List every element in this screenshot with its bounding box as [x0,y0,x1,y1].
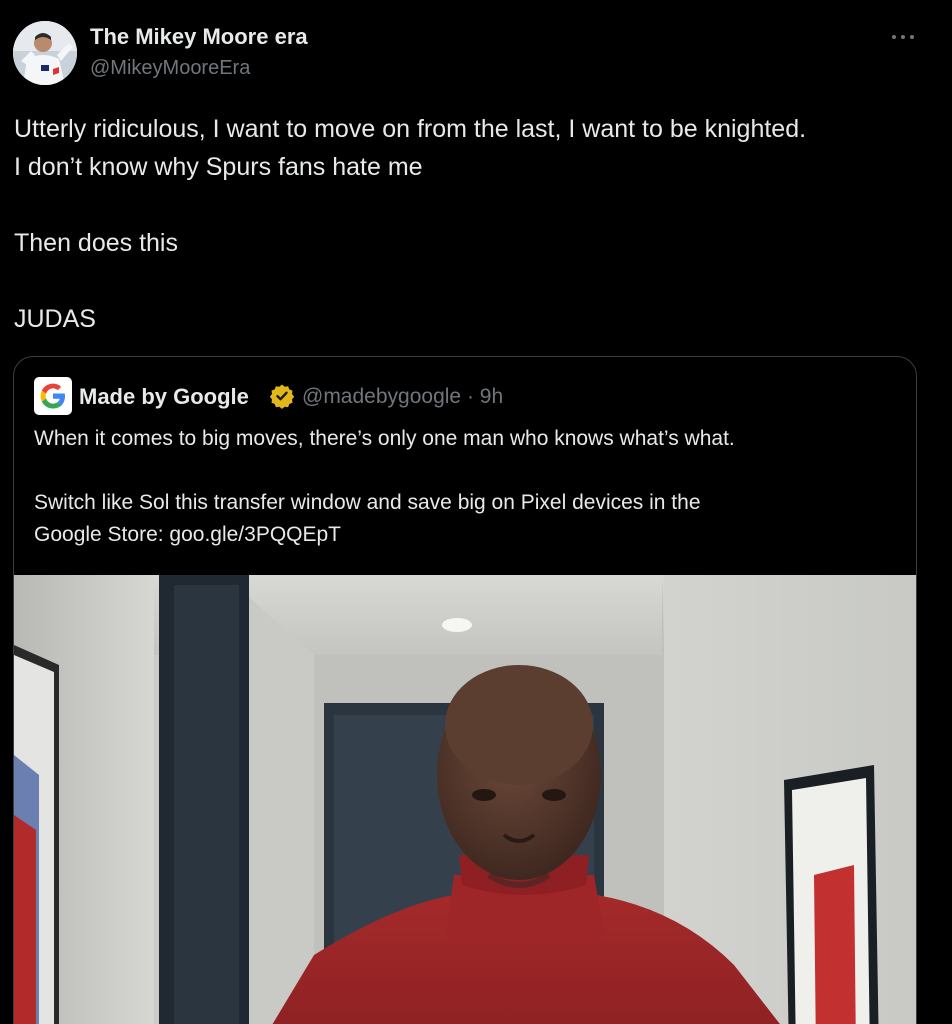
quoted-tweet-text: When it comes to big moves, there’s only… [34,423,894,551]
quoted-tweet-time[interactable]: 9h [480,385,503,408]
quoted-author-handle[interactable]: @madebygoogle [302,385,461,408]
avatar-photo-icon [13,21,77,85]
tweet-text-line: I don’t know why Spurs fans hate me [14,153,423,181]
author-avatar[interactable] [13,21,77,85]
quoted-text-line: Google Store: goo.gle/3PQQEpT [34,523,342,546]
quoted-text-line: When it comes to big moves, there’s only… [34,427,735,450]
quoted-tweet-card[interactable]: Made by Google @madebygoogle · 9h When i… [13,356,917,1024]
author-handle[interactable]: @MikeyMooreEra [90,57,250,80]
tweet: The Mikey Moore era @MikeyMooreEra Utter… [0,0,952,1024]
google-g-logo-icon[interactable] [34,377,72,415]
video-thumbnail[interactable] [14,575,916,1024]
quoted-tweet-meta: @madebygoogle · 9h [302,385,503,409]
quoted-text-line: Switch like Sol this transfer window and… [34,491,701,514]
tweet-text-line: Utterly ridiculous, I want to move on fr… [14,115,807,143]
tweet-text: Utterly ridiculous, I want to move on fr… [14,110,934,338]
tweet-text-line: Then does this [14,229,178,257]
author-name[interactable]: The Mikey Moore era [90,24,308,50]
gold-verified-badge-icon [269,383,295,409]
video-frame-image [14,575,916,1024]
meta-separator: · [466,385,474,408]
more-horizontal-icon[interactable] [884,22,922,52]
tweet-text-line: JUDAS [14,305,96,333]
quoted-author-name[interactable]: Made by Google [79,384,249,410]
